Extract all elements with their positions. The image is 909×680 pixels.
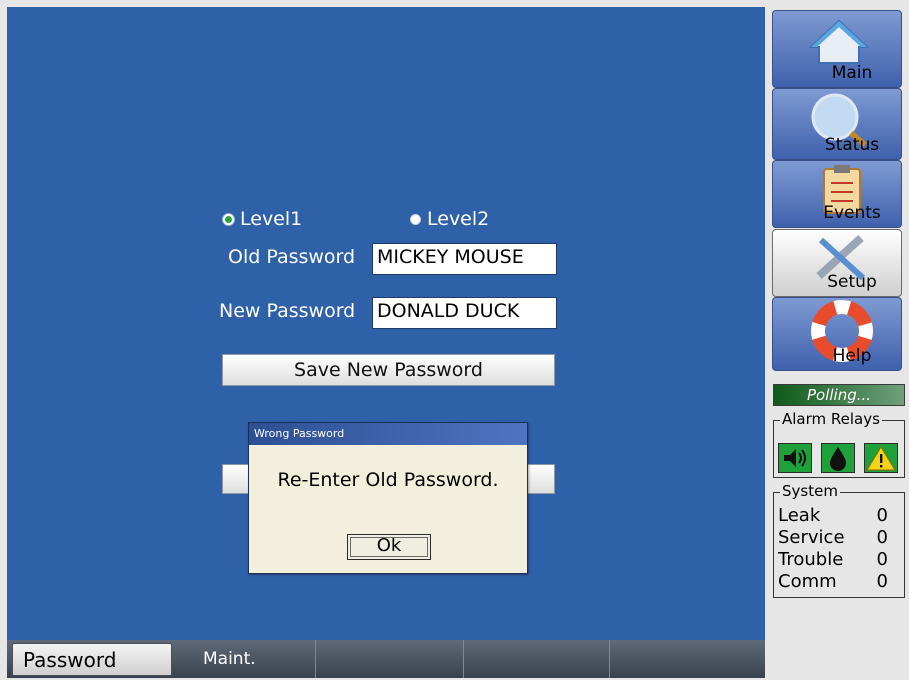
old-password-field[interactable]: MICKEY MOUSE	[372, 243, 557, 275]
radio-selected-icon	[223, 213, 234, 225]
nav-help-label: Help	[832, 346, 872, 366]
system-row-trouble: Trouble 0	[778, 549, 888, 571]
system-row-label: Service	[778, 527, 845, 548]
alarm-relays-group: Alarm Relays	[773, 410, 905, 478]
system-row-value: 0	[876, 549, 888, 570]
system-row-leak: Leak 0	[778, 505, 888, 527]
ok-button[interactable]: Ok	[347, 534, 431, 560]
old-password-label: Old Password	[228, 246, 356, 268]
tab-empty-5[interactable]	[610, 640, 765, 678]
nav-help-button[interactable]: Help	[772, 297, 902, 371]
drop-icon[interactable]	[821, 443, 855, 473]
system-row-label: Leak	[778, 505, 821, 526]
system-group: System Leak 0 Service 0 Trouble 0 Comm 0	[773, 482, 905, 598]
level1-radio[interactable]: Level1	[223, 207, 302, 231]
dialog-message: Re-Enter Old Password.	[277, 469, 499, 491]
nav-events-label: Events	[823, 203, 881, 223]
new-password-field[interactable]: DONALD DUCK	[372, 297, 557, 329]
bottom-tab-bar: Password Maint.	[7, 640, 765, 678]
tab-empty-4[interactable]	[464, 640, 610, 678]
save-new-password-button[interactable]: Save New Password	[222, 354, 555, 386]
tab-maint[interactable]: Maint.	[175, 640, 316, 678]
system-row-label: Comm	[778, 571, 837, 592]
tab-password[interactable]: Password	[12, 643, 172, 676]
system-row-label: Trouble	[778, 549, 844, 570]
tab-empty-3[interactable]	[316, 640, 464, 678]
alarm-relays-title: Alarm Relays	[780, 410, 882, 428]
radio-unselected-icon	[410, 213, 421, 225]
nav-main-button[interactable]: Main	[772, 10, 902, 88]
system-row-value: 0	[876, 505, 888, 526]
nav-setup-label: Setup	[827, 272, 877, 292]
polling-status: Polling...	[773, 384, 905, 406]
speaker-icon[interactable]	[778, 443, 812, 473]
warning-icon[interactable]	[864, 443, 898, 473]
system-row-comm: Comm 0	[778, 571, 888, 593]
system-title: System	[780, 482, 840, 500]
nav-status-button[interactable]: Status	[772, 88, 902, 160]
level2-label: Level2	[427, 208, 490, 230]
system-row-service: Service 0	[778, 527, 888, 549]
dialog-title: Wrong Password	[249, 423, 527, 445]
level2-radio[interactable]: Level2	[410, 207, 489, 231]
wrong-password-dialog: Wrong Password Re-Enter Old Password. Ok	[248, 422, 528, 574]
system-row-value: 0	[876, 571, 888, 592]
house-icon	[809, 19, 869, 64]
system-row-value: 0	[876, 527, 888, 548]
new-password-label: New Password	[219, 300, 356, 322]
level1-label: Level1	[240, 208, 303, 230]
nav-setup-button[interactable]: Setup	[772, 229, 902, 297]
nav-events-button[interactable]: Events	[772, 160, 902, 228]
nav-main-label: Main	[831, 63, 873, 83]
nav-status-label: Status	[824, 135, 880, 155]
